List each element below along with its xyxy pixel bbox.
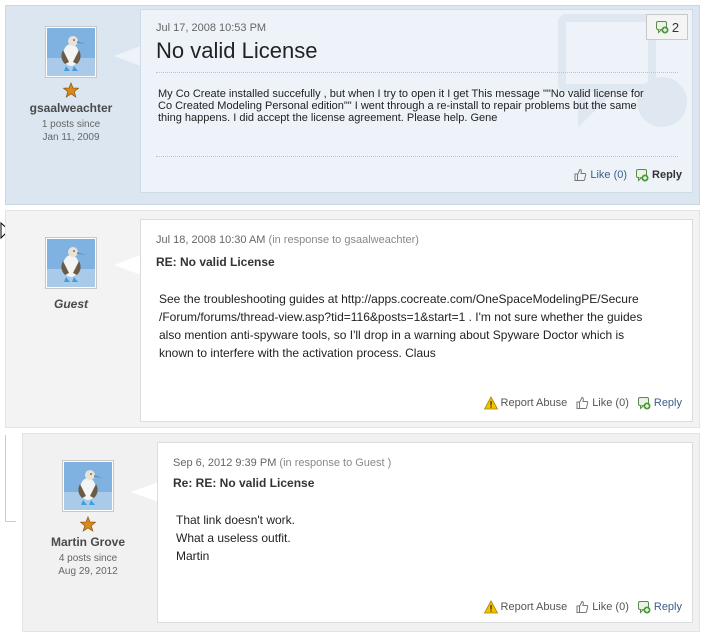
post-body: See the troubleshooting guides at http:/… <box>159 290 679 362</box>
report-abuse-button[interactable]: Report Abuse <box>484 600 568 614</box>
post-actions: Report Abuse Like (0) Reply <box>484 396 682 410</box>
thumbs-up-icon <box>575 600 589 614</box>
report-abuse-label: Report Abuse <box>500 397 568 409</box>
author-post-count: 4 posts since <box>58 553 118 564</box>
thread-connector-line <box>5 435 16 522</box>
post-bubble: Jul 18, 2008 10:30 AM (in response to gs… <box>140 219 693 422</box>
body-line: known to interfere with the activation p… <box>159 346 436 360</box>
speech-bubble-pointer <box>114 46 141 66</box>
post-body: That link doesn't work. What a useless o… <box>176 511 656 565</box>
reply-label: Reply <box>652 169 682 181</box>
body-line: /Forum/forums/thread-view.asp?tid=116&po… <box>159 310 643 324</box>
reply-button[interactable]: Reply <box>637 396 682 410</box>
post-title: No valid License <box>156 38 318 63</box>
author-name[interactable]: Martin Grove <box>23 535 153 549</box>
warning-icon <box>484 600 498 614</box>
reply-icon <box>637 600 651 614</box>
body-line: Martin <box>176 549 210 563</box>
reply-count-value: 2 <box>671 19 680 35</box>
reply-icon <box>637 396 651 410</box>
post-reply: Guest Jul 18, 2008 10:30 AM (in response… <box>5 210 700 428</box>
divider <box>156 72 678 73</box>
bronze-star-icon <box>80 516 96 532</box>
post-actions: Like (0) Reply <box>573 168 682 182</box>
author-panel: Martin Grove 4 posts since Aug 29, 2012 <box>23 460 153 578</box>
author-name[interactable]: gsaalweachter <box>6 101 136 115</box>
post-bubble: Jul 17, 2008 10:53 PM No valid License 2… <box>140 9 693 193</box>
reply-count-badge[interactable]: 2 <box>646 14 688 40</box>
reply-icon <box>635 168 649 182</box>
in-response-to-link[interactable]: (in response to gsaalweachter) <box>269 234 419 246</box>
divider <box>156 156 678 157</box>
avatar[interactable] <box>45 237 97 289</box>
author-post-count: 1 posts since <box>41 119 101 130</box>
avatar[interactable] <box>62 460 114 512</box>
warning-icon <box>484 396 498 410</box>
post-bubble: Sep 6, 2012 9:39 PM (in response to Gues… <box>157 442 693 623</box>
like-label: Like (0) <box>590 169 628 181</box>
speech-bubble-pointer <box>131 482 158 502</box>
author-post-stats: 4 posts since Aug 29, 2012 <box>23 552 153 578</box>
like-button[interactable]: Like (0) <box>573 168 627 182</box>
discussion-thread: gsaalweachter 1 posts since Jan 11, 2009… <box>0 0 707 637</box>
reply-label: Reply <box>653 397 682 409</box>
post-title: Re: RE: No valid License <box>173 476 315 490</box>
thumbs-up-icon <box>575 396 589 410</box>
author-join-date: Aug 29, 2012 <box>58 566 118 577</box>
post-body: My Co Create installed succefully , but … <box>158 88 644 124</box>
like-label: Like (0) <box>592 397 629 409</box>
reply-count-icon <box>655 20 669 34</box>
report-abuse-button[interactable]: Report Abuse <box>484 396 568 410</box>
avatar[interactable] <box>45 26 97 78</box>
post-timestamp: Jul 18, 2008 10:30 AM <box>156 234 266 246</box>
post-meta: Jul 18, 2008 10:30 AM (in response to gs… <box>156 234 419 246</box>
like-button[interactable]: Like (0) <box>575 396 629 410</box>
speech-bubble-pointer <box>114 255 141 275</box>
author-panel: gsaalweachter 1 posts since Jan 11, 2009 <box>6 26 136 144</box>
report-abuse-label: Report Abuse <box>500 601 568 613</box>
reply-label: Reply <box>653 601 682 613</box>
bronze-star-icon <box>63 82 79 98</box>
post-meta: Sep 6, 2012 9:39 PM (in response to Gues… <box>173 457 391 469</box>
body-line: That link doesn't work. <box>176 513 296 527</box>
body-line: See the troubleshooting guides at http:/… <box>159 292 639 306</box>
post-timestamp: Sep 6, 2012 9:39 PM <box>173 457 277 469</box>
like-label: Like (0) <box>592 601 629 613</box>
post-title: RE: No valid License <box>156 255 275 269</box>
post-timestamp: Jul 17, 2008 10:53 PM <box>156 22 267 34</box>
like-button[interactable]: Like (0) <box>575 600 629 614</box>
post-nested-reply: Martin Grove 4 posts since Aug 29, 2012 … <box>22 433 700 632</box>
in-response-to-link[interactable]: (in response to Guest ) <box>279 457 391 469</box>
author-name: Guest <box>53 297 88 311</box>
post-original: gsaalweachter 1 posts since Jan 11, 2009… <box>5 5 700 205</box>
reply-button[interactable]: Reply <box>637 600 682 614</box>
post-actions: Report Abuse Like (0) Reply <box>484 600 682 614</box>
author-post-stats: 1 posts since Jan 11, 2009 <box>6 118 136 144</box>
author-join-date: Jan 11, 2009 <box>42 132 100 143</box>
body-line: also mention anti-spyware tools, so I'll… <box>159 328 625 342</box>
reply-button[interactable]: Reply <box>635 168 682 182</box>
thumbs-up-icon <box>573 168 587 182</box>
body-line: What a useless outfit. <box>176 531 291 545</box>
